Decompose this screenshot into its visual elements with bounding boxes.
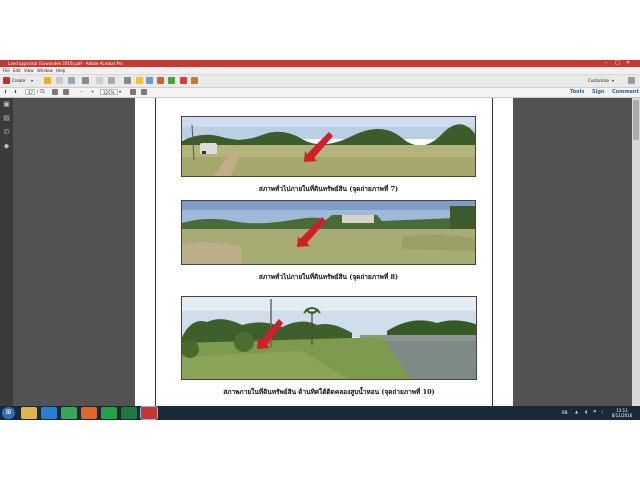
attachments-icon[interactable]: ∅ — [3, 129, 10, 136]
print-icon[interactable] — [68, 77, 75, 84]
menu-bar: File Edit View Window Help — [0, 67, 640, 75]
network-icon[interactable]: ▮ — [585, 409, 587, 414]
share-icon[interactable] — [108, 77, 115, 84]
bookmarks-icon[interactable]: ▤ — [3, 115, 10, 122]
clock-date[interactable]: 8/11/2016 — [611, 413, 633, 418]
line-taskbar-icon[interactable] — [101, 407, 117, 419]
photo-caption-10: สภาพภายในที่ดินทรัพย์สิน ด้านทิศใต้ติดคล… — [223, 388, 435, 396]
previous-page-icon[interactable]: ⬆ — [4, 88, 7, 96]
vertical-scrollbar[interactable] — [632, 98, 640, 406]
volume-icon[interactable]: ♪ — [601, 409, 604, 414]
acrobat-taskbar-icon[interactable] — [140, 406, 158, 420]
window-title: Land appraisal (Suwandee 2016).pdf - Ado… — [8, 61, 123, 66]
start-button[interactable]: ⊞ — [2, 407, 15, 419]
export-icon[interactable] — [157, 77, 164, 84]
menu-edit[interactable]: Edit — [13, 67, 21, 74]
site-photo-8 — [181, 200, 476, 265]
site-photo-7 — [181, 116, 476, 177]
window-title-bar: Land appraisal (Suwandee 2016).pdf - Ado… — [0, 60, 640, 67]
edit-icon[interactable] — [96, 77, 103, 84]
close-button[interactable]: ✕ — [626, 60, 630, 67]
combine-icon[interactable] — [168, 77, 175, 84]
scroll-mode-icon[interactable] — [141, 89, 147, 95]
menu-help[interactable]: Help — [56, 67, 65, 74]
select-tool-icon[interactable] — [52, 89, 58, 95]
create-icon — [3, 77, 10, 84]
chrome-taskbar-icon[interactable] — [61, 407, 77, 419]
sign-icon[interactable] — [191, 77, 198, 84]
explorer-taskbar-icon[interactable] — [21, 407, 37, 419]
highlight-icon[interactable] — [146, 77, 153, 84]
save-icon[interactable] — [56, 77, 63, 84]
chevron-down-icon[interactable]: ▾ — [31, 77, 33, 85]
next-page-icon[interactable]: ⬇ — [14, 88, 17, 96]
chevron-down-icon[interactable]: ▾ — [119, 88, 121, 96]
flag-icon[interactable]: ⚑ — [593, 409, 597, 414]
page-count: / 72 — [37, 89, 45, 94]
scrollbar-thumb[interactable] — [633, 100, 639, 140]
zoom-level-input[interactable]: 125% — [100, 89, 118, 95]
maximize-button[interactable]: □ — [615, 60, 620, 67]
menu-window[interactable]: Window — [37, 67, 53, 74]
sign-pane-link[interactable]: Sign — [592, 89, 604, 96]
excel-taskbar-icon[interactable] — [121, 407, 137, 419]
customize-button[interactable]: Customize — [588, 77, 609, 85]
menu-file[interactable]: File — [3, 67, 10, 74]
photo-caption-8: สภาพทั่วไปภายในที่ดินทรัพย์สิน (จุดถ่ายภ… — [258, 273, 399, 281]
photo-caption-7: สภาพทั่วไปภายในที่ดินทรัพย์สิน (จุดถ่ายภ… — [258, 185, 399, 193]
comment-icon[interactable] — [136, 77, 143, 84]
left-navigation-pane: ▣ ▤ ∅ ◆ — [0, 98, 13, 406]
email-icon[interactable] — [82, 77, 89, 84]
main-toolbar: Create ▾ Customize ▾ — [0, 75, 640, 88]
pdf-icon[interactable] — [180, 77, 187, 84]
create-button[interactable]: Create — [12, 77, 25, 85]
menu-view[interactable]: View — [24, 67, 34, 74]
minimize-button[interactable]: – — [605, 60, 608, 67]
tools-pane-link[interactable]: Tools — [570, 89, 584, 96]
zoom-in-icon[interactable]: + — [91, 88, 94, 96]
chevron-down-icon[interactable]: ▾ — [612, 77, 614, 85]
tray-chevron-icon[interactable]: ▲ — [575, 409, 578, 414]
open-folder-icon[interactable] — [44, 77, 51, 84]
fit-page-icon[interactable] — [130, 89, 136, 95]
hand-tool-icon[interactable] — [63, 89, 69, 95]
comment-pane-link[interactable]: Comment — [612, 89, 639, 96]
site-photo-10 — [181, 296, 477, 380]
layers-icon[interactable]: ◆ — [3, 143, 10, 150]
navigation-toolbar: ⬆ ⬇ 47 / 72 − + 125% ▾ — [0, 88, 640, 98]
language-indicator[interactable]: EN — [562, 410, 568, 415]
expand-icon[interactable] — [628, 77, 635, 84]
firefox-taskbar-icon[interactable] — [81, 407, 97, 419]
zoom-out-icon[interactable]: − — [80, 88, 83, 96]
page-thumbnails-icon[interactable]: ▣ — [3, 101, 10, 108]
windows-logo-icon: ⊞ — [5, 408, 12, 416]
page-number-input[interactable]: 47 — [25, 89, 35, 95]
internet-explorer-taskbar-icon[interactable] — [41, 407, 57, 419]
settings-icon[interactable] — [124, 77, 131, 84]
